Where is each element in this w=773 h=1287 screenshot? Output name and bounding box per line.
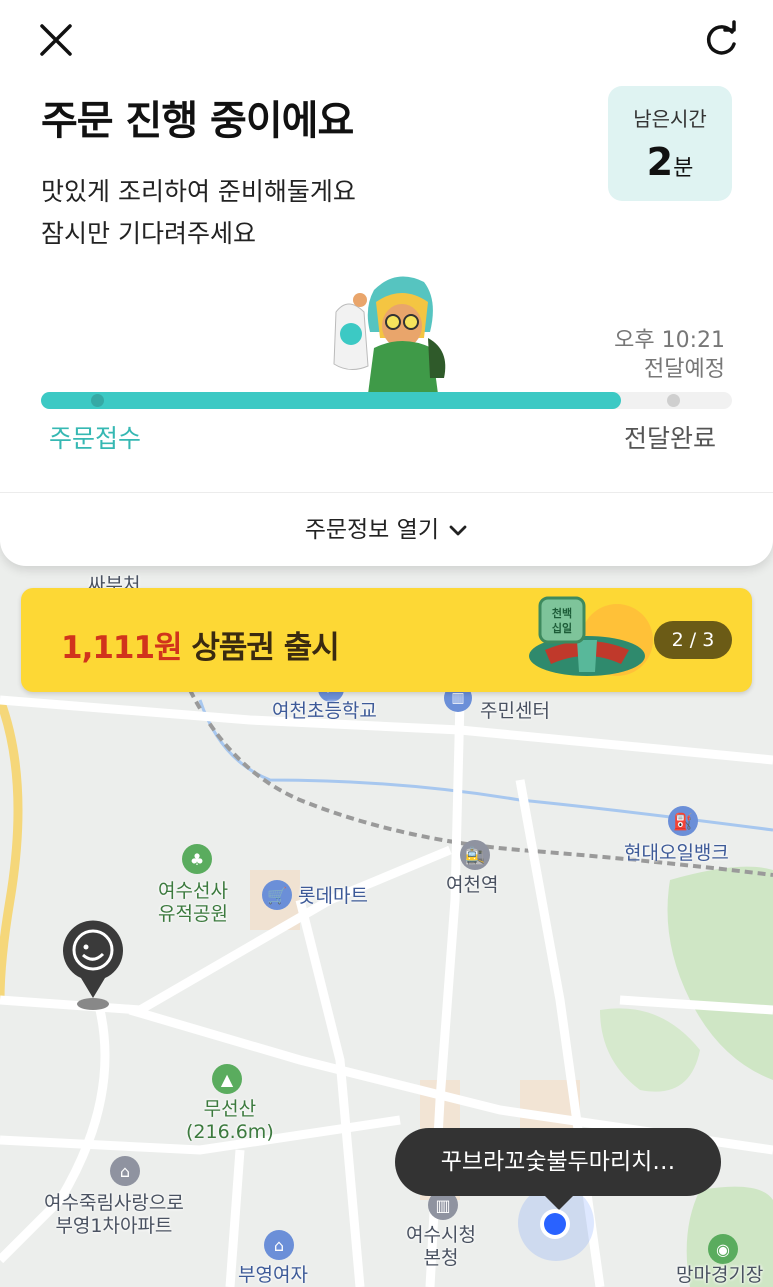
mountain-icon: ▲ bbox=[212, 1064, 242, 1094]
progress-fill bbox=[41, 392, 622, 409]
order-info-toggle[interactable]: 주문정보 열기 bbox=[0, 510, 773, 544]
progress-dot-end bbox=[667, 394, 680, 407]
delivery-character-icon bbox=[333, 276, 446, 394]
store-marker-icon[interactable] bbox=[55, 916, 131, 1012]
map-label-apartment-line2: 부영1차아파트 bbox=[55, 1214, 173, 1237]
remaining-time-value: 2분 bbox=[608, 140, 732, 184]
progress-dot-start bbox=[91, 394, 104, 407]
map-label-girls-school[interactable]: 부영여자 bbox=[238, 1264, 308, 1287]
promo-banner[interactable]: 1,111원 상품권 출시 천백 십일 2 / 3 bbox=[21, 588, 752, 692]
page-title: 주문 진행 중이에요 bbox=[41, 98, 354, 144]
subtitle-line2: 잠시만 기다려주세요 bbox=[41, 219, 256, 248]
divider bbox=[0, 492, 773, 493]
remaining-time-box: 남은시간 2분 bbox=[608, 86, 732, 201]
banner-page-indicator: 2 / 3 bbox=[654, 621, 732, 659]
map-label-park-line2: 유적공원 bbox=[158, 902, 228, 925]
map-label-city-hall-line2: 본청 bbox=[423, 1246, 459, 1269]
map-label-city-hall-line1: 여수시청 bbox=[406, 1224, 476, 1246]
order-info-toggle-label: 주문정보 열기 bbox=[304, 517, 439, 543]
map-label-mountain[interactable]: 무선산 (216.6m) bbox=[186, 1098, 274, 1144]
shopping-cart-icon: 🛒 bbox=[262, 880, 292, 910]
eta-label: 전달예정 bbox=[644, 356, 725, 382]
map-label-park[interactable]: 여수선사 유적공원 bbox=[158, 880, 228, 926]
gift-box-icon: 천백 십일 bbox=[529, 596, 653, 676]
map-label-park-line1: 여수선사 bbox=[158, 880, 228, 902]
step-order-received: 주문접수 bbox=[49, 424, 142, 453]
train-icon: 🚉 bbox=[460, 840, 490, 870]
map-label-mountain-line1: 무선산 bbox=[203, 1098, 257, 1120]
subtitle-line1: 맛있게 조리하여 준비해둘게요 bbox=[41, 177, 356, 206]
close-icon[interactable] bbox=[36, 20, 76, 60]
badge-text-line2: 십일 bbox=[552, 621, 572, 635]
remaining-time-unit: 분 bbox=[673, 156, 694, 181]
map-label-community-center[interactable]: 주민센터 bbox=[480, 700, 550, 723]
remaining-time-number: 2 bbox=[646, 140, 674, 184]
map-label-station[interactable]: 여천역 bbox=[446, 874, 498, 897]
map-label-stadium[interactable]: 망마경기장 bbox=[676, 1264, 763, 1287]
badge-text-line1: 천백 bbox=[552, 606, 572, 620]
current-location-icon bbox=[540, 1209, 570, 1239]
chevron-down-icon bbox=[449, 525, 467, 535]
tree-icon: ♣ bbox=[182, 844, 212, 874]
remaining-time-label: 남은시간 bbox=[633, 107, 707, 131]
stadium-icon: ◉ bbox=[708, 1234, 738, 1264]
map-label-apartment-line1: 여수죽림사랑으로 bbox=[44, 1192, 184, 1214]
map-label-city-hall[interactable]: 여수시청 본청 bbox=[406, 1224, 476, 1270]
map-label-apartment[interactable]: 여수죽림사랑으로 부영1차아파트 bbox=[44, 1192, 184, 1238]
refresh-icon[interactable] bbox=[700, 20, 742, 62]
step-delivery-complete: 전달완료 bbox=[624, 424, 717, 453]
school-icon: ⌂ bbox=[264, 1230, 294, 1260]
gas-station-icon: ⛽ bbox=[668, 806, 698, 836]
destination-tooltip[interactable]: 꾸브라꼬숯불두마리치… bbox=[395, 1128, 721, 1210]
map-label-school[interactable]: 여천초등학교 bbox=[272, 700, 377, 723]
banner-amount: 1,111원 bbox=[61, 630, 183, 666]
eta-time: 오후 10:21 bbox=[614, 328, 725, 353]
progress-bar bbox=[41, 392, 732, 409]
banner-label: 상품권 출시 bbox=[191, 630, 339, 666]
map-label-gas-station[interactable]: 현대오일뱅크 bbox=[624, 842, 729, 865]
map-label-mountain-line2: (216.6m) bbox=[186, 1120, 274, 1143]
banner-text: 1,111원 상품권 출시 bbox=[61, 622, 340, 667]
order-status-card: 주문 진행 중이에요 맛있게 조리하여 준비해둘게요 잠시만 기다려주세요 남은… bbox=[0, 0, 773, 566]
apartment-icon: ⌂ bbox=[110, 1156, 140, 1186]
map-label-mart[interactable]: 롯데마트 bbox=[298, 885, 368, 908]
eta-info: 오후 10:21 전달예정 bbox=[614, 327, 725, 384]
